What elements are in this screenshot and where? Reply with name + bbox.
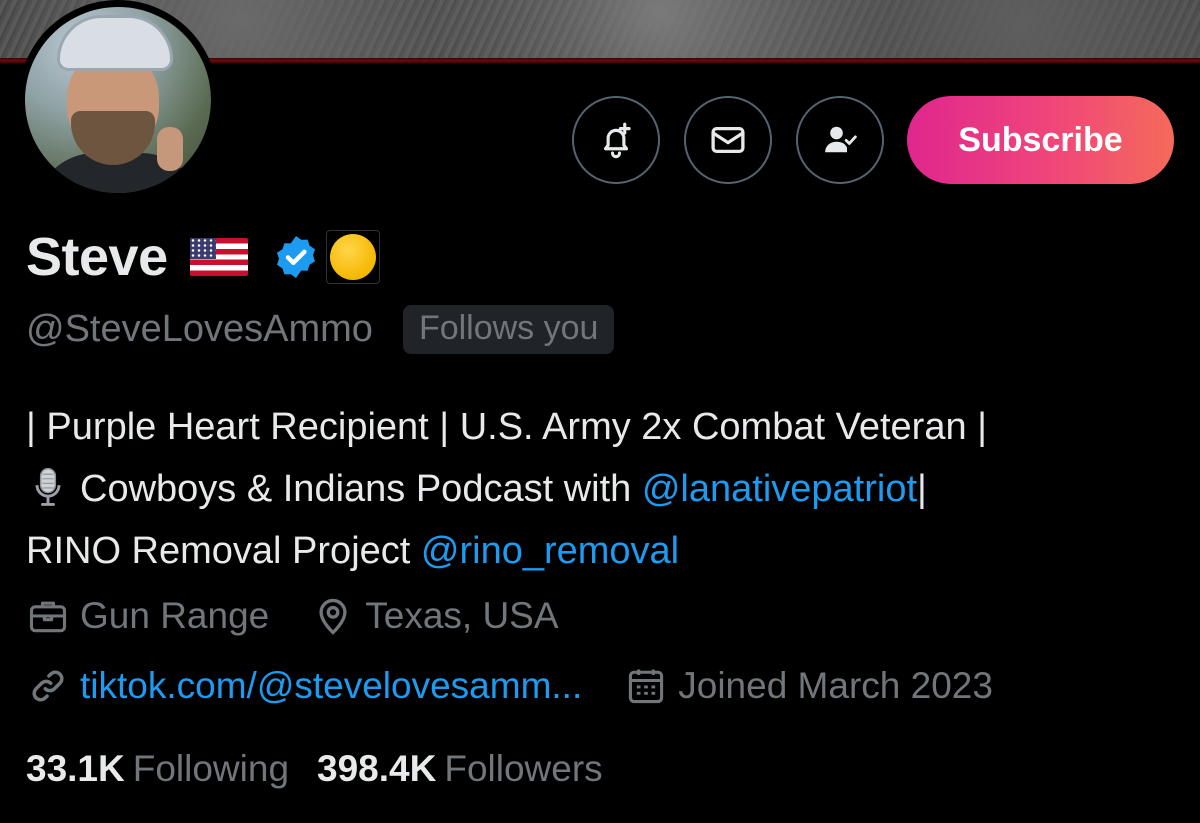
bio-line-2: Cowboys & Indians Podcast with @lanative…	[26, 458, 1186, 520]
microphone-icon	[35, 467, 61, 506]
us-flag-icon	[189, 238, 248, 276]
followers-label: Followers	[444, 748, 603, 789]
verified-icon[interactable]	[272, 233, 320, 281]
following-count: 33.1K	[26, 748, 125, 789]
website[interactable]: tiktok.com/@stevelovesamm...	[26, 664, 582, 708]
category-label: Gun Range	[80, 595, 270, 636]
handle: @SteveLovesAmmo	[26, 308, 373, 350]
stats-row: 33.1K Following 398.4K Followers	[26, 748, 631, 790]
avatar[interactable]	[18, 0, 218, 200]
envelope-icon	[711, 126, 745, 154]
message-button[interactable]	[684, 96, 772, 184]
website-link[interactable]: tiktok.com/@stevelovesamm...	[80, 665, 582, 707]
yellow-circle-icon	[329, 234, 376, 280]
followers-count: 398.4K	[317, 748, 437, 789]
follows-you-badge: Follows you	[402, 305, 615, 354]
location: Texas, USA	[311, 594, 559, 638]
mention-lanativepatriot[interactable]: @lanativepatriot	[642, 468, 917, 510]
calendar-icon	[629, 669, 664, 704]
meta-row-2: tiktok.com/@stevelovesamm... Joined Marc…	[26, 664, 1035, 708]
location-pin-icon	[319, 598, 347, 635]
name-row: Steve	[26, 222, 380, 292]
following-label: Following	[132, 748, 290, 789]
avatar-photo	[25, 7, 211, 193]
bio-line-2-text: Cowboys & Indians Podcast with	[80, 468, 642, 510]
followers-stat[interactable]: 398.4K Followers	[317, 748, 631, 790]
joined-date: Joined March 2023	[624, 664, 993, 708]
location-label: Texas, USA	[365, 595, 559, 636]
bio-line-2-tail: |	[917, 468, 927, 510]
category: Gun Range	[26, 594, 269, 638]
mention-rino-removal[interactable]: @rino_removal	[421, 530, 679, 572]
link-icon	[32, 670, 64, 702]
bio-line-3: RINO Removal Project @rino_removal	[26, 520, 1186, 582]
bell-plus-icon	[603, 122, 631, 159]
display-name: Steve	[26, 227, 168, 287]
notify-button[interactable]	[572, 96, 660, 184]
handle-row: @SteveLovesAmmo Follows you	[26, 305, 615, 354]
joined-label: Joined March 2023	[678, 665, 993, 706]
following-button[interactable]	[796, 96, 884, 184]
bio-line-3-text: RINO Removal Project	[26, 530, 421, 572]
affiliation-badge[interactable]	[325, 230, 380, 284]
meta-row-1: Gun Range Texas, USA	[26, 594, 601, 638]
briefcase-icon	[29, 601, 67, 633]
following-stat[interactable]: 33.1K Following	[26, 748, 317, 790]
subscribe-button[interactable]: Subscribe	[907, 96, 1174, 184]
person-check-icon	[825, 126, 857, 153]
bio-line-1: | Purple Heart Recipient | U.S. Army 2x …	[26, 406, 988, 448]
bio: | Purple Heart Recipient | U.S. Army 2x …	[26, 396, 1186, 582]
